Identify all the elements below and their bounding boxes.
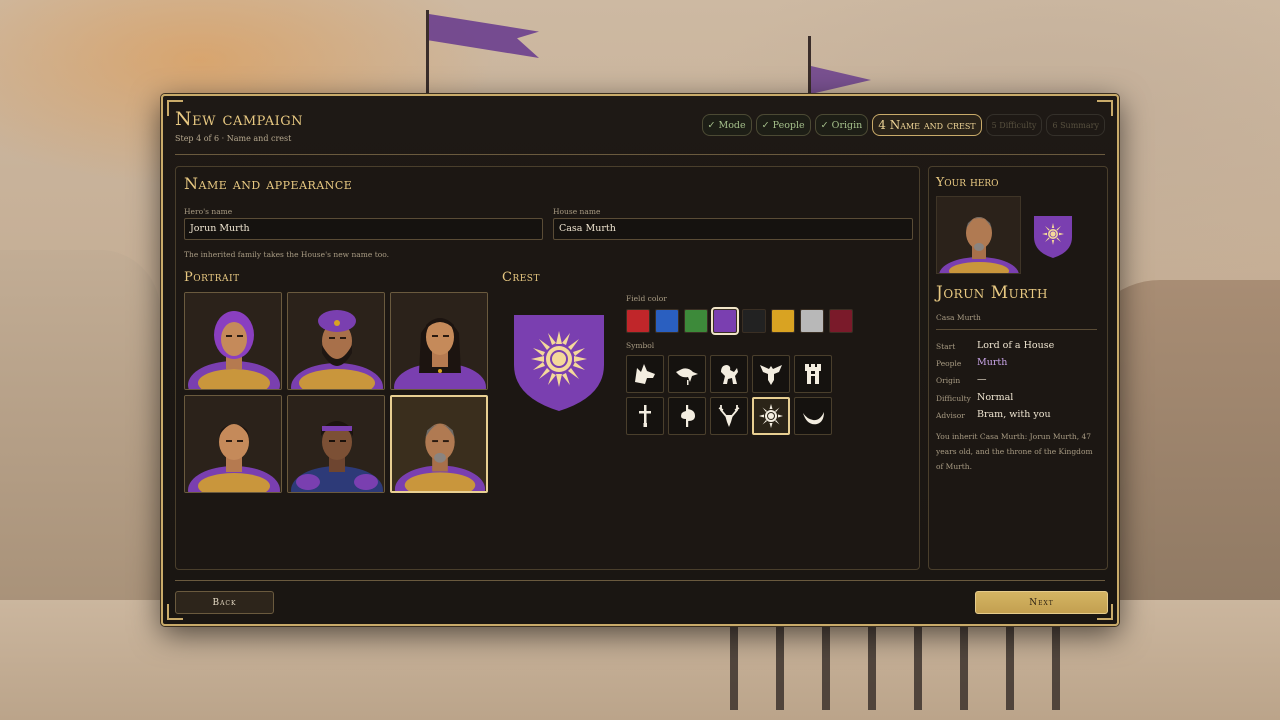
symbol-option-raven[interactable]	[668, 355, 706, 393]
symbol-option-tower[interactable]	[794, 355, 832, 393]
info-label-advisor: Advisor	[936, 411, 965, 420]
portrait-option[interactable]	[287, 395, 385, 493]
portrait-heading: Portrait	[184, 270, 240, 285]
house-name-input[interactable]: Casa Murth	[553, 218, 913, 240]
wolf-icon	[635, 364, 655, 384]
symbol-option-lion[interactable]	[710, 355, 748, 393]
dialog-subtitle: Step 4 of 6 · Name and crest	[175, 134, 292, 143]
field-color-swatch[interactable]	[829, 309, 853, 333]
house-name-note: The inherited family takes the House's n…	[184, 250, 389, 259]
step-people[interactable]: ✓ People	[755, 114, 811, 136]
step-indicator: ✓ Mode ✓ People ✓ Origin 4 Name and cres…	[701, 114, 1105, 136]
info-value-difficulty: Normal	[977, 392, 1014, 403]
side-heading: Your hero	[936, 174, 999, 189]
symbol-label: Symbol	[626, 341, 655, 350]
banner-flag	[811, 66, 871, 94]
field-color-label: Field color	[626, 294, 667, 303]
symbol-option-stag[interactable]	[710, 397, 748, 435]
field-color-palette	[626, 307, 853, 335]
portrait-option[interactable]	[184, 395, 282, 493]
hero-name: Jorun Murth	[936, 283, 1049, 303]
crest-preview	[514, 315, 604, 411]
portrait-option[interactable]	[390, 292, 488, 390]
info-value-start: Lord of a House	[977, 340, 1055, 351]
portrait-option[interactable]	[184, 292, 282, 390]
hero-name-label: Hero's name	[184, 207, 233, 216]
raven-icon	[676, 368, 698, 385]
sun-icon	[759, 404, 783, 428]
info-label-start: Start	[936, 342, 956, 351]
field-color-swatch[interactable]	[771, 309, 795, 333]
name-and-appearance-panel: Name and appearance Hero's name Jorun Mu…	[175, 166, 920, 570]
portrait-grid	[184, 292, 488, 493]
step-summary: 6 Summary	[1046, 114, 1105, 136]
hero-portrait	[936, 196, 1021, 274]
hero-crest	[1034, 216, 1072, 258]
info-value-origin: —	[977, 374, 987, 385]
hero-summary-panel: Your hero Jorun Murth Casa Murth Start L…	[928, 166, 1108, 570]
crest-heading: Crest	[502, 270, 540, 285]
info-value-advisor: Bram, with you	[977, 409, 1051, 420]
divider	[175, 580, 1105, 581]
field-color-swatch[interactable]	[655, 309, 679, 333]
banner-flag	[429, 14, 539, 58]
stag-icon	[718, 405, 740, 427]
portrait-option[interactable]	[287, 292, 385, 390]
symbol-option-eagle[interactable]	[752, 355, 790, 393]
symbol-option-sword[interactable]	[626, 397, 664, 435]
field-color-swatch[interactable]	[626, 309, 650, 333]
step-origin[interactable]: ✓ Origin	[814, 114, 869, 136]
field-color-swatch-selected[interactable]	[711, 307, 739, 335]
symbol-option-sun-selected[interactable]	[752, 397, 790, 435]
divider	[175, 154, 1105, 155]
symbol-grid	[626, 355, 832, 435]
symbol-option-moon[interactable]	[794, 397, 832, 435]
section-heading: Name and appearance	[184, 174, 353, 193]
lion-icon	[721, 365, 738, 384]
info-value-people: Murth	[977, 357, 1008, 368]
dialog-title: New campaign	[175, 108, 303, 130]
step-mode[interactable]: ✓ Mode	[701, 114, 752, 136]
info-label-difficulty: Difficulty	[936, 394, 971, 403]
field-color-swatch[interactable]	[742, 309, 766, 333]
divider	[936, 329, 1097, 330]
moon-icon	[803, 412, 824, 425]
step-name-and-crest[interactable]: 4 Name and crest	[872, 114, 982, 136]
axe-icon	[681, 405, 695, 427]
banner-pole	[426, 10, 429, 100]
field-color-swatch[interactable]	[684, 309, 708, 333]
hero-name-input[interactable]: Jorun Murth	[184, 218, 543, 240]
new-campaign-dialog: New campaign Step 4 of 6 · Name and cres…	[161, 94, 1119, 626]
banner-pole	[808, 36, 811, 100]
sword-icon	[639, 405, 651, 427]
portrait-option-selected[interactable]	[390, 395, 488, 493]
hero-summary-text: You inherit Casa Murth: Jorun Murth, 47 …	[936, 432, 1093, 471]
hero-house: Casa Murth	[936, 313, 981, 322]
step-difficulty: 5 Difficulty	[985, 114, 1043, 136]
next-button[interactable]: Next	[975, 591, 1108, 614]
back-button[interactable]: Back	[175, 591, 274, 614]
info-label-people: People	[936, 359, 962, 368]
field-color-swatch[interactable]	[800, 309, 824, 333]
info-label-origin: Origin	[936, 376, 961, 385]
eagle-icon	[760, 365, 782, 385]
symbol-option-wolf[interactable]	[626, 355, 664, 393]
symbol-option-axe[interactable]	[668, 397, 706, 435]
tower-icon	[805, 364, 821, 384]
house-name-label: House name	[553, 207, 601, 216]
